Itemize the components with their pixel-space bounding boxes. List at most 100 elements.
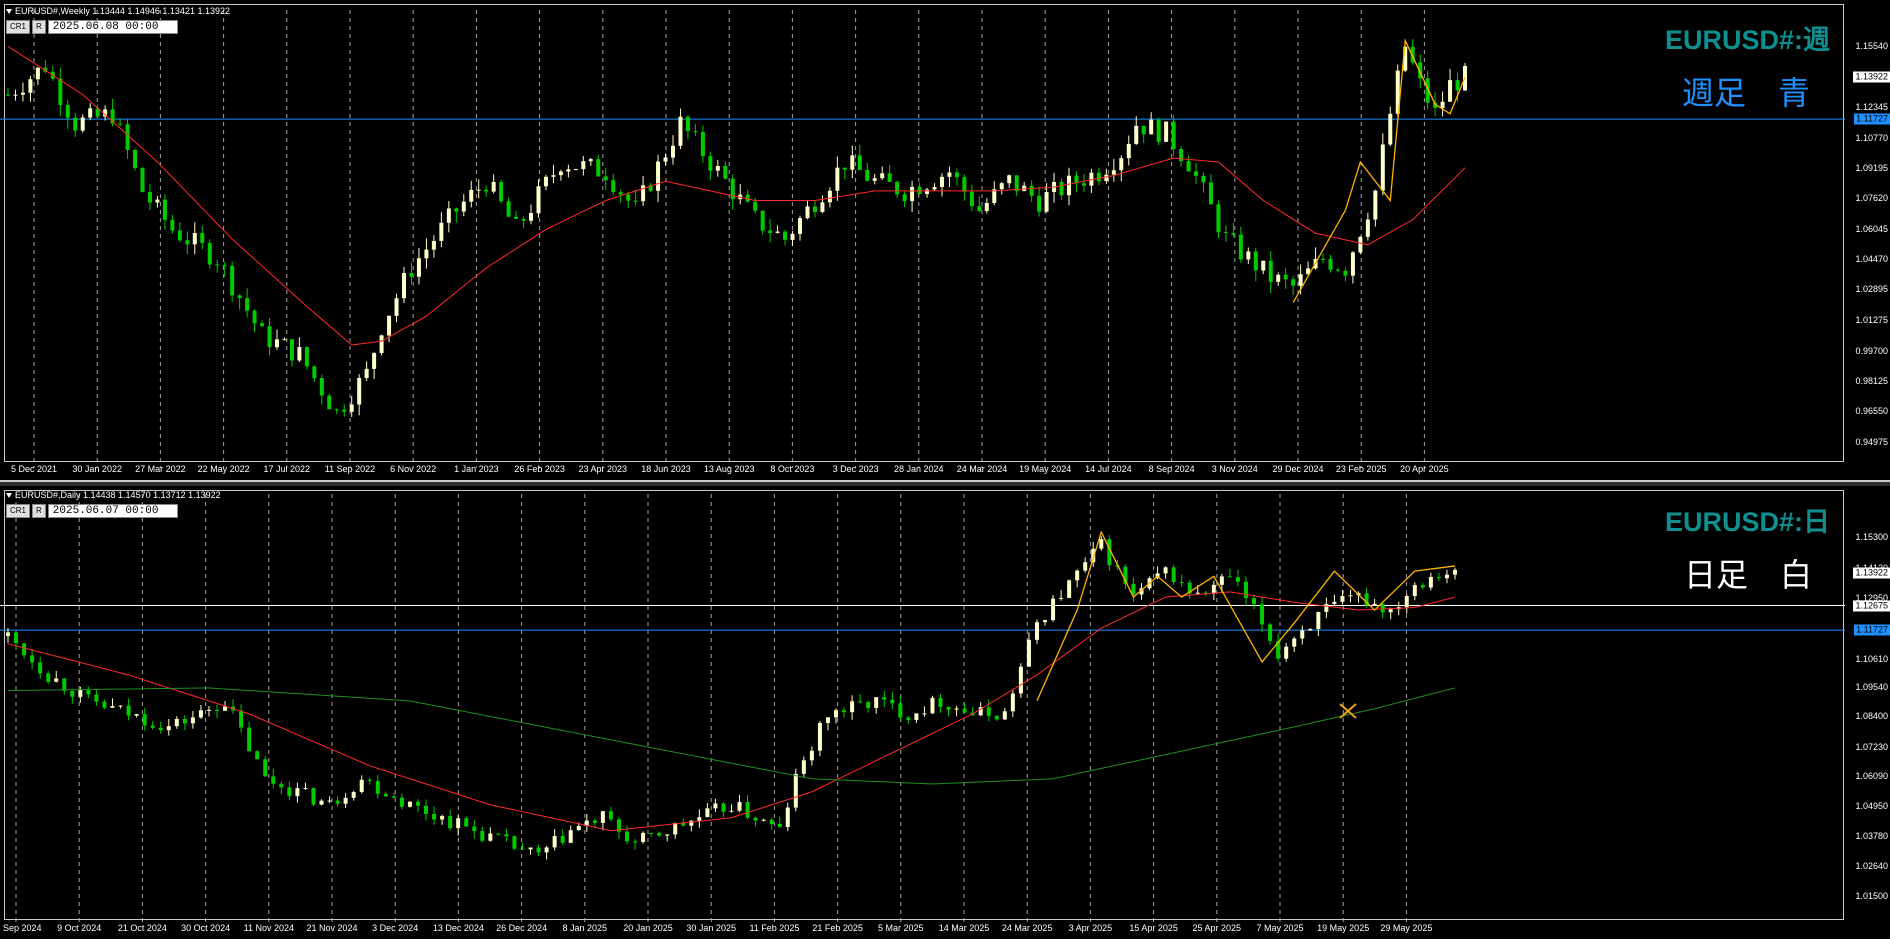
weekly-candle-body (1037, 195, 1042, 212)
weekly-candle-body (499, 181, 504, 202)
daily-time-label: 26 Dec 2024 (496, 923, 548, 933)
daily-candle-body (834, 710, 839, 718)
daily-chart-panel[interactable]: EURUSD#,Daily 1.14438 1.14570 1.13712 1.… (0, 486, 1890, 939)
daily-candle-body (150, 725, 155, 728)
collapse-triangle-icon[interactable] (6, 493, 12, 499)
weekly-candle-body (1126, 143, 1131, 159)
weekly-candle-body (282, 339, 287, 341)
daily-candle-body (488, 833, 493, 841)
weekly-cr1-button[interactable]: CR1 (6, 20, 31, 34)
daily-candle-body (737, 801, 742, 811)
weekly-time-label: 27 Mar 2022 (135, 464, 186, 474)
daily-candle-body (874, 697, 879, 709)
daily-time-label: 25 Apr 2025 (1192, 923, 1242, 933)
daily-candle-body (1268, 624, 1273, 641)
weekly-candle-body (319, 378, 324, 396)
weekly-candle-body (857, 155, 862, 170)
daily-candle-body (1067, 580, 1072, 598)
weekly-candle-body (35, 67, 40, 80)
weekly-candle-body (1380, 144, 1385, 191)
weekly-candle-body (1096, 172, 1101, 182)
weekly-candle-body (133, 149, 138, 169)
weekly-time-label: 23 Feb 2025 (1335, 464, 1387, 474)
weekly-candle-body (1208, 182, 1213, 205)
weekly-candle-body (798, 218, 803, 234)
weekly-candle-body (312, 366, 317, 379)
daily-ohlc-header: EURUSD#,Daily 1.14438 1.14570 1.13712 1.… (6, 490, 221, 500)
daily-candle-body (464, 818, 469, 827)
daily-candle-body (206, 709, 211, 711)
daily-candle-body (850, 701, 855, 713)
weekly-candle-body (88, 108, 93, 118)
weekly-candle-body (491, 181, 496, 192)
weekly-candle-body (327, 395, 332, 410)
daily-candle-body (319, 800, 324, 805)
weekly-candle-body (506, 201, 511, 217)
daily-candle-body (255, 751, 260, 760)
weekly-candle-body (626, 194, 631, 201)
daily-candle-body (311, 787, 316, 805)
weekly-r-button[interactable]: R (32, 20, 46, 34)
daily-time-label: 30 Oct 2024 (181, 923, 231, 933)
daily-chart-plot[interactable] (0, 486, 1890, 939)
weekly-candle-body (274, 339, 279, 348)
weekly-candle-body (656, 161, 661, 191)
daily-candle-body (1043, 620, 1048, 623)
daily-candle-body (118, 705, 123, 707)
weekly-chart-plot[interactable] (0, 0, 1890, 480)
daily-candle-body (263, 759, 268, 777)
daily-candle-body (1026, 639, 1031, 667)
weekly-price-tick: 1.06045 (1855, 223, 1888, 234)
weekly-candle-body (865, 169, 870, 181)
weekly-candle-body (125, 124, 130, 150)
daily-candle-body (898, 703, 903, 718)
weekly-candle-body (260, 323, 265, 327)
weekly-candle-body (536, 186, 541, 214)
weekly-candle-body (514, 216, 519, 219)
daily-candle-body (1163, 567, 1168, 574)
weekly-candle-body (760, 210, 765, 231)
weekly-candle-body (1253, 251, 1258, 271)
daily-date-input[interactable]: 2025.06.07 00:00 (47, 504, 178, 518)
weekly-candle-body (596, 159, 601, 177)
daily-candle-body (890, 699, 895, 704)
weekly-date-input[interactable]: 2025.06.08 00:00 (47, 20, 178, 34)
weekly-time-label: 19 May 2024 (1019, 464, 1072, 474)
daily-candle-body (1195, 592, 1200, 594)
weekly-time-label: 17 Jul 2022 (263, 464, 311, 474)
weekly-time-label: 23 Apr 2023 (578, 464, 628, 474)
weekly-chart-panel[interactable]: EURUSD#,Weekly 1.13444 1.14946 1.13421 1… (0, 0, 1890, 480)
weekly-candle-body (1164, 121, 1169, 142)
daily-r-button[interactable]: R (32, 504, 46, 518)
weekly-price-tick: 1.09195 (1855, 162, 1888, 173)
collapse-triangle-icon[interactable] (6, 9, 12, 15)
daily-candle-body (954, 708, 959, 710)
daily-candle-body (777, 823, 782, 828)
weekly-candle-body (1149, 119, 1154, 135)
weekly-candle-body (177, 230, 182, 241)
daily-time-label: 5 Mar 2025 (878, 923, 924, 933)
daily-candle-body (560, 835, 565, 843)
daily-candle-body (1179, 582, 1184, 584)
weekly-candle-body (925, 189, 930, 194)
weekly-candle-body (529, 213, 534, 221)
daily-candle-body (946, 706, 951, 710)
daily-candle-body (287, 787, 292, 797)
daily-candle-body (528, 847, 533, 850)
daily-candle-body (383, 793, 388, 797)
daily-candle-body (351, 792, 356, 798)
weekly-candle-body (1066, 175, 1071, 196)
daily-candle-body (809, 750, 814, 761)
daily-candle-body (1316, 611, 1321, 629)
daily-candle-body (134, 714, 139, 716)
daily-candle-body (1099, 539, 1104, 549)
weekly-candle-body (416, 258, 421, 277)
weekly-price-tick: 1.02895 (1855, 284, 1888, 295)
daily-cr1-button[interactable]: CR1 (6, 504, 31, 518)
weekly-candle-body (827, 190, 832, 203)
weekly-candle-body (1216, 204, 1221, 233)
daily-candle-body (753, 817, 758, 821)
daily-candle-body (673, 822, 678, 835)
weekly-candle-body (1373, 190, 1378, 220)
daily-candle-body (769, 819, 774, 824)
